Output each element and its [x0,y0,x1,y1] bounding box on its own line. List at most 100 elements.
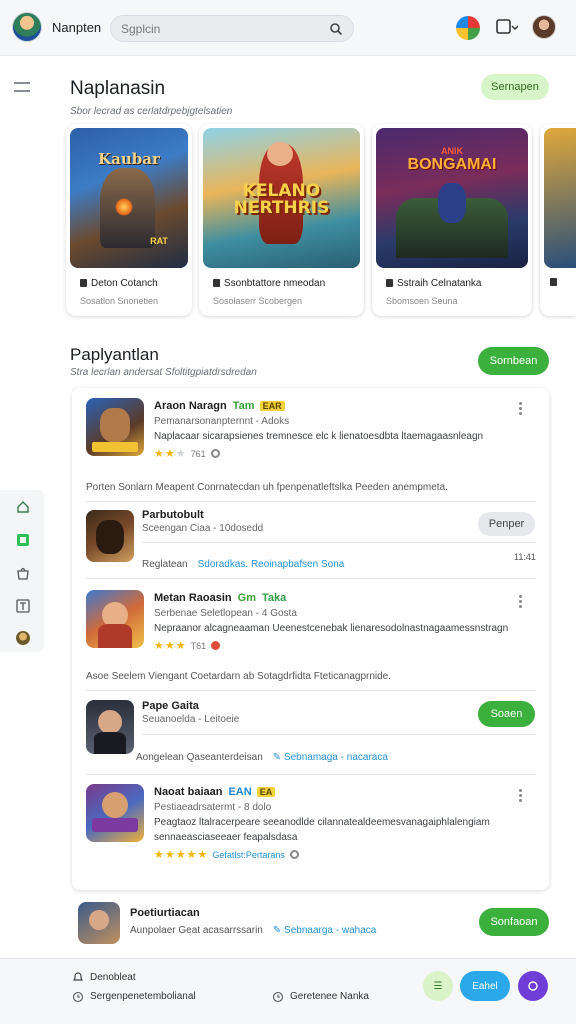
game-card[interactable]: KELANO NERTHRIS Ssonbtattore nmeodan Sos… [199,124,364,316]
rating-stars: ★★★ T61 [154,639,221,652]
game-subtitle: Pestiaeadrsatermt - 8 dolo [154,802,272,813]
game-card-image: Kaubar RAT [70,128,188,268]
game-thumbnail[interactable] [86,590,144,648]
bottom-bar: Denobleat Sergenpenetembolianal Geretene… [0,958,576,1024]
game-thumbnail[interactable] [86,700,134,754]
chat-icon[interactable] [496,18,518,38]
game-title[interactable]: Araon Naragn Tam EAR [154,400,285,412]
bottom-item-1[interactable]: Denobleat [90,972,136,983]
app-avatar-icon[interactable] [12,12,42,42]
library-icon[interactable] [16,533,30,547]
list-subtitle: Stra lecrlan andersat Sfoltitgpiatdrsdre… [70,367,257,378]
game-note: Reglatean Sdoradkas. Reoinapbafsen Sona [142,559,345,570]
more-options-icon[interactable] [519,789,523,803]
list-icon[interactable]: ☰ [423,971,453,1001]
featured-action-button[interactable]: Sernapen [481,74,549,100]
top-bar: Nanpten [0,0,576,56]
list-action-button[interactable]: Sornbean [478,347,549,375]
bottom-item-2[interactable]: Sergenpenetembolianal [90,991,196,1002]
game-description: Nepraanor alcagneaaman Ueenestcenebak li… [154,623,509,634]
game-tag: EAN [228,786,252,798]
game-card-meta: Sosatlon Snonetien [80,296,159,306]
game-description-cont: sennaeasciaseeaer feapalsdasa [154,832,298,843]
game-link: Gefatlst:Pertarans [212,850,285,860]
rating-count: T61 [190,641,207,651]
game-card-art-sub: RAT [150,236,168,246]
user-icon[interactable] [16,631,30,645]
game-card-art-title: Kaubar [98,150,160,168]
game-subtitle: Seuanoelda - Leitoeie [142,714,240,725]
info-icon [210,449,220,458]
divider [86,578,536,579]
game-thumbnail[interactable] [86,398,144,456]
game-title[interactable]: Parbutobult [142,509,204,521]
rating-stars: ★★★ 761 [154,447,220,460]
game-action-button[interactable]: Sonfaoan [479,908,549,936]
game-subtitle: Pemanarsonanpternnt - Adoks [154,416,290,427]
divider [142,542,536,543]
game-card[interactable]: ANIK BONGAMAI Sstraih Celnatanka Sbomsoe… [372,124,532,316]
game-title[interactable]: Poetiurtiacan [130,907,200,919]
more-options-icon[interactable] [519,402,523,416]
game-description: Peagtaoz ltalracerpeare seeanodlde cilan… [154,817,490,828]
menu-icon[interactable] [14,82,30,92]
game-title[interactable]: Pape Gaita [142,700,199,712]
game-card-image: KELANO NERTHRIS [203,128,360,268]
text-icon[interactable] [16,599,30,613]
game-tag: Gm [237,592,256,604]
game-note: Porten Sonlarn Meapent Conrnatecdan uh f… [86,482,448,493]
app-title: Nanpten [52,20,102,35]
game-card-art-sub: ANIK [441,146,463,156]
game-card-name: Deton Cotanch [80,278,158,289]
game-tag: Tam [232,400,255,412]
game-card-art-title: KELANO NERTHRIS [233,181,330,218]
bell-icon[interactable] [72,971,84,983]
game-badge: Taka [261,592,287,604]
divider [86,774,536,775]
divider [86,501,536,502]
game-title[interactable]: Naoat baiaan EAN EA [154,786,276,798]
lock-icon [80,279,87,287]
rating-count: 761 [190,449,206,459]
game-card-name: Ssonbtattore nmeodan [213,278,325,289]
alert-icon [211,641,221,650]
rating-stars: ★★★★★ Gefatlst:Pertarans [154,848,299,861]
game-link[interactable]: Sdoradkas. Reoinapbafsen Sona [198,559,345,570]
game-thumbnail[interactable] [86,510,134,562]
lock-icon [550,278,557,286]
game-icon[interactable] [456,16,480,40]
game-action-button[interactable]: Penper [478,512,535,536]
game-link[interactable]: ✎ Sebnamaga - nacaraca [273,752,388,763]
game-card-meta: Sbomsoen Seuna [386,296,458,306]
profile-avatar[interactable] [532,15,556,39]
game-badge: EAR [259,401,285,411]
timestamp: 11:41 [514,552,536,562]
game-link[interactable]: ✎ Sebnaarga - wahaca [273,925,376,936]
sidebar-rail [0,490,44,652]
game-note: Asoe Seelem Viengant Coetardarn ab Sotag… [86,671,392,682]
game-card-name: Sstraih Celnatanka [386,278,482,289]
search-bar[interactable] [110,15,354,42]
list-title: Paplyantlan [70,345,159,364]
divider [86,690,536,691]
game-card[interactable]: Kaubar RAT Deton Cotanch Sosatlon Snonet… [66,124,192,316]
featured-subtitle: Sbor lecrad as cerlatdrpebjgtelsatien [70,106,233,117]
search-input[interactable] [121,21,321,37]
game-action-button[interactable]: Soaen [478,701,535,727]
game-card-partial[interactable] [540,124,576,316]
game-thumbnail[interactable] [86,784,144,842]
game-title[interactable]: Metan Raoasin Gm Taka [154,592,286,604]
game-note: Aunpolaer Geat acasarrssarin ✎ Sebnaarga … [130,925,377,936]
game-thumbnail[interactable] [78,902,120,944]
home-icon[interactable] [16,500,30,514]
search-icon[interactable] [329,22,343,36]
bottom-item-3[interactable]: Geretenee Nanka [290,991,369,1002]
more-options-icon[interactable] [519,595,523,609]
game-subtitle: Serbenae Seletlopean - 4 Gosta [154,608,297,619]
bag-icon[interactable] [16,566,30,580]
game-card-art-title: BONGAMAI [407,156,497,173]
lock-icon [213,279,220,287]
action-button[interactable]: Eahel [460,971,510,1001]
chat-bubble-icon[interactable] [518,971,548,1001]
info-icon [289,850,299,859]
